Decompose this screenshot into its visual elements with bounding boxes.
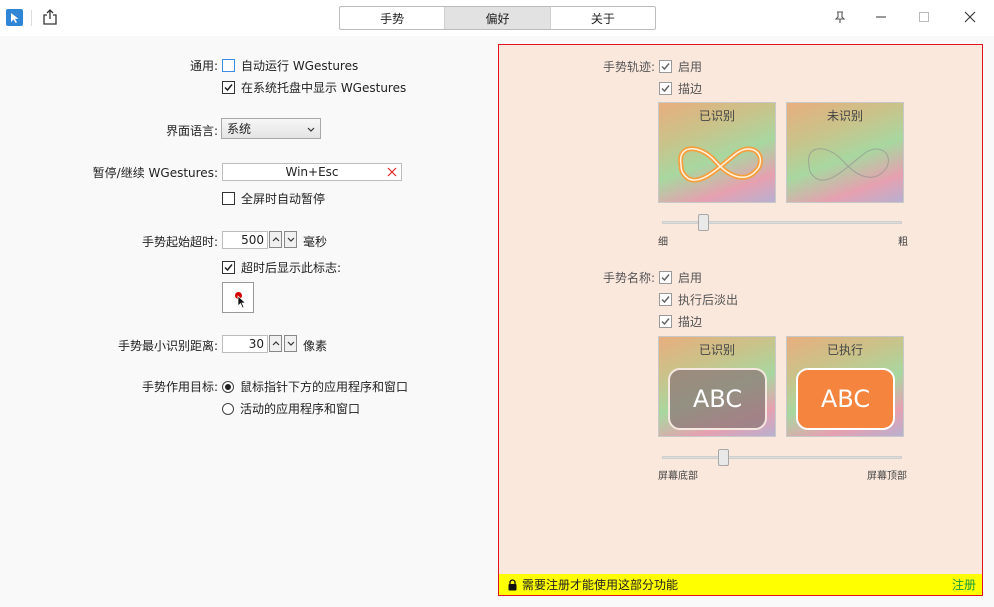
timeout-up-button[interactable] — [269, 231, 282, 248]
name-fade-checkbox[interactable] — [659, 293, 672, 306]
min-distance-label: 手势最小识别距离: — [117, 339, 218, 353]
infinity-trail-faint-icon — [808, 148, 889, 181]
language-select[interactable]: 系统 — [221, 118, 321, 139]
min-distance-up-button[interactable] — [269, 335, 282, 352]
timeout-unit: 毫秒 — [303, 235, 328, 249]
lock-icon — [507, 578, 518, 591]
target-option2-radio[interactable] — [222, 402, 234, 415]
language-value: 系统 — [227, 122, 252, 136]
timeout-input[interactable]: 500 — [222, 231, 268, 249]
tab-about[interactable]: 关于 — [549, 7, 655, 29]
trail-recognized-preview: 已识别 — [658, 102, 776, 203]
tab-gestures[interactable]: 手势 — [340, 7, 444, 29]
name-label: 手势名称: — [602, 271, 655, 285]
show-marker-checkbox-row[interactable]: 超时后显示此标志: — [222, 259, 341, 276]
autorun-label: 自动运行 WGestures — [241, 59, 359, 73]
tab-bar: 手势 偏好 关于 — [339, 6, 656, 30]
name-enable-label: 启用 — [678, 271, 703, 285]
trail-outline-checkbox[interactable] — [659, 82, 672, 95]
hotkey-value: Win+Esc — [285, 165, 339, 179]
show-marker-checkbox[interactable] — [222, 261, 235, 274]
name-bottom-label: 屏幕底部 — [658, 471, 698, 482]
name-enable-checkbox[interactable] — [659, 271, 672, 284]
target-option1-label: 鼠标指针下方的应用程序和窗口 — [240, 380, 409, 394]
fullscreen-checkbox[interactable] — [222, 192, 235, 205]
tray-checkbox[interactable] — [222, 81, 235, 94]
pin-icon[interactable] — [832, 9, 848, 25]
name-executed-preview: 已执行 ABC — [786, 336, 904, 437]
trail-enable-checkbox[interactable] — [659, 60, 672, 73]
name-recognized-badge: ABC — [668, 368, 767, 430]
min-distance-input[interactable]: 30 — [222, 335, 268, 353]
fullscreen-checkbox-row[interactable]: 全屏时自动暂停 — [222, 190, 325, 207]
register-link[interactable]: 注册 — [952, 576, 976, 593]
minimize-icon[interactable] — [872, 8, 890, 26]
name-enable-row[interactable]: 启用 — [659, 269, 702, 286]
trail-thick-label: 粗 — [898, 237, 908, 248]
trail-enable-row[interactable]: 启用 — [659, 58, 702, 75]
trail-outline-row[interactable]: 描边 — [659, 80, 702, 97]
target-option2-label: 活动的应用程序和窗口 — [240, 402, 361, 416]
tray-label: 在系统托盘中显示 WGestures — [241, 81, 407, 95]
infinity-trail-icon — [678, 146, 763, 183]
fullscreen-label: 全屏时自动暂停 — [241, 192, 326, 206]
target-label: 手势作用目标: — [141, 380, 218, 394]
trail-outline-label: 描边 — [678, 82, 703, 96]
close-icon[interactable] — [961, 8, 979, 26]
name-executed-title: 已执行 — [826, 343, 863, 357]
cursor-icon — [237, 295, 247, 312]
name-position-slider-thumb[interactable] — [718, 449, 729, 466]
trail-label: 手势轨迹: — [602, 60, 655, 74]
clear-hotkey-icon[interactable] — [387, 166, 397, 180]
trail-thin-label: 细 — [658, 237, 668, 248]
show-marker-label: 超时后显示此标志: — [241, 261, 342, 275]
trail-width-slider-thumb[interactable] — [698, 214, 709, 231]
pause-label: 暂停/继续 WGestures: — [92, 166, 218, 180]
min-distance-unit: 像素 — [303, 339, 328, 353]
name-fade-label: 执行后淡出 — [678, 293, 739, 307]
general-label: 通用: — [189, 59, 218, 73]
title-bar: 手势 偏好 关于 — [0, 0, 994, 36]
language-label: 界面语言: — [165, 124, 218, 138]
target-option1-radio[interactable] — [222, 380, 234, 393]
pro-settings-panel: 手势轨迹: 启用 描边 已识别 未识别 细 粗 手势名称: 启用 执行后淡出 描… — [498, 44, 983, 596]
trail-unrecognized-preview: 未识别 — [786, 102, 904, 203]
name-position-slider-track[interactable] — [662, 456, 902, 459]
registration-notice-text: 需要注册才能使用这部分功能 — [522, 578, 679, 592]
name-outline-label: 描边 — [678, 315, 703, 329]
timeout-label: 手势起始超时: — [141, 235, 218, 249]
marker-preview-button[interactable] — [222, 282, 254, 313]
timeout-down-button[interactable] — [284, 231, 297, 248]
name-executed-badge: ABC — [796, 368, 895, 430]
target-option1-row[interactable]: 鼠标指针下方的应用程序和窗口 — [222, 378, 408, 395]
tab-preferences[interactable]: 偏好 — [444, 7, 550, 29]
min-distance-down-button[interactable] — [284, 335, 297, 352]
hotkey-field[interactable]: Win+Esc — [222, 163, 402, 181]
name-recognized-title: 已识别 — [698, 343, 735, 357]
name-top-label: 屏幕顶部 — [867, 471, 907, 482]
app-logo-icon[interactable] — [6, 9, 23, 26]
target-option2-row[interactable]: 活动的应用程序和窗口 — [222, 400, 360, 417]
name-outline-checkbox[interactable] — [659, 315, 672, 328]
name-recognized-preview: 已识别 ABC — [658, 336, 776, 437]
min-distance-value: 30 — [248, 337, 264, 351]
share-icon[interactable] — [41, 8, 59, 26]
name-fade-row[interactable]: 执行后淡出 — [659, 291, 738, 308]
registration-notice-bar: 需要注册才能使用这部分功能 注册 — [499, 574, 982, 595]
trail-enable-label: 启用 — [678, 60, 703, 74]
name-outline-row[interactable]: 描边 — [659, 313, 702, 330]
autorun-checkbox[interactable] — [222, 59, 235, 72]
chevron-down-icon — [307, 122, 315, 136]
autorun-checkbox-row[interactable]: 自动运行 WGestures — [222, 57, 358, 74]
timeout-value: 500 — [241, 233, 264, 247]
tray-checkbox-row[interactable]: 在系统托盘中显示 WGestures — [222, 79, 406, 96]
maximize-icon[interactable] — [915, 8, 933, 26]
